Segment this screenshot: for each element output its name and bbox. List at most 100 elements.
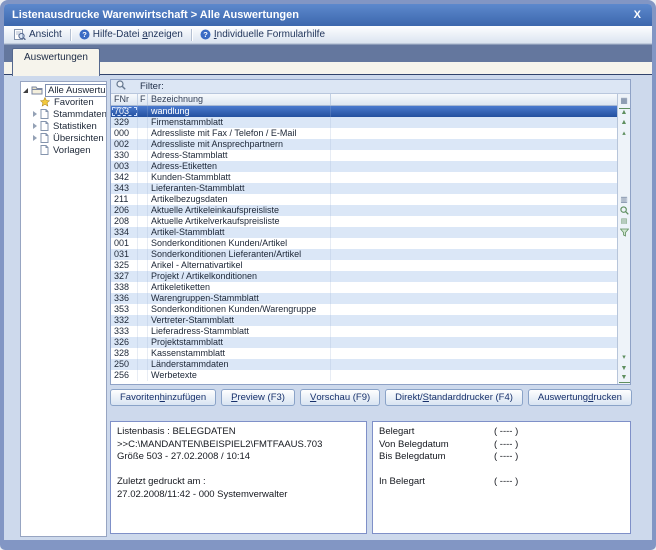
go-first-row-icon[interactable]: ▲: [619, 108, 630, 117]
formularhilfe-button[interactable]: ?Individuelle Formularhilfe: [195, 28, 330, 41]
collapsed-arrow-icon[interactable]: [33, 135, 37, 141]
table-row[interactable]: 003Adress-Etiketten: [111, 161, 617, 172]
cell-fnr: 003: [111, 161, 138, 172]
ansicht-button[interactable]: Ansicht: [9, 28, 67, 41]
page-up-icon[interactable]: ▲: [619, 117, 630, 128]
tree-item-alle-auswertungen[interactable]: Alle Auswertungen: [21, 84, 106, 96]
page-icon: [40, 133, 49, 143]
favoriten-hinzufuegen-button[interactable]: Favoriten hinzufügen: [110, 389, 216, 406]
tree-item-favoriten[interactable]: Favoriten: [21, 96, 106, 108]
cell-fnr: 250: [111, 359, 138, 370]
tree-item-stammdaten[interactable]: Stammdaten: [21, 108, 106, 120]
cell-f: [138, 337, 148, 348]
export-icon[interactable]: ▤: [619, 216, 630, 227]
field-chooser-icon[interactable]: ▦: [619, 95, 630, 106]
columns-icon[interactable]: ▥: [619, 194, 630, 205]
table-row[interactable]: 031Sonderkonditionen Lieferanten/Artikel: [111, 249, 617, 260]
cell-bezeichnung: Kunden-Stammblatt: [148, 172, 331, 183]
cell-filler: [331, 128, 617, 139]
column-header-f[interactable]: F: [138, 94, 148, 105]
table-row[interactable]: 330Adress-Stammblatt: [111, 150, 617, 161]
cell-fnr: 342: [111, 172, 138, 183]
table-row[interactable]: 332Vertreter-Stammblatt: [111, 315, 617, 326]
grid-header: FNr F Bezeichnung: [111, 94, 617, 106]
table-row[interactable]: 338Artikeletiketten: [111, 282, 617, 293]
cell-fnr: 334: [111, 227, 138, 238]
table-row[interactable]: 001Sonderkonditionen Kunden/Artikel: [111, 238, 617, 249]
cell-bezeichnung: Aktuelle Artikelverkaufspreisliste: [148, 216, 331, 227]
cell-fnr: 336: [111, 293, 138, 304]
table-row[interactable]: 256Werbetexte: [111, 370, 617, 381]
cell-bezeichnung: Sonderkonditionen Kunden/Artikel: [148, 238, 331, 249]
table-row[interactable]: 333Lieferadress-Stammblatt: [111, 326, 617, 337]
auswertung-drucken-button[interactable]: Auswertung drucken: [528, 389, 632, 406]
toolbar-separator: [191, 29, 192, 41]
table-row[interactable]: 211Artikelbezugsdaten: [111, 194, 617, 205]
tab-auswertungen[interactable]: Auswertungen: [12, 48, 100, 76]
table-row[interactable]: 343Lieferanten-Stammblatt: [111, 183, 617, 194]
filter-funnel-icon[interactable]: [619, 227, 630, 238]
table-row[interactable]: 342 Kunden-Stammblatt: [111, 172, 617, 183]
grid-side-toolbar: ▦▲▲▴▥▤▾▼▼: [617, 94, 630, 384]
table-row[interactable]: 208Aktuelle Artikelverkaufspreisliste: [111, 216, 617, 227]
cell-f: [138, 260, 148, 271]
row-down-icon[interactable]: ▾: [619, 352, 630, 363]
toolbar: Ansicht ?Hilfe-Datei anzeigen ?Individuell…: [4, 26, 652, 44]
cell-f: [138, 282, 148, 293]
cell-f: [138, 194, 148, 205]
direkt-standarddrucker-button[interactable]: Direkt/Standarddrucker (F4): [385, 389, 523, 406]
beleg-label: Von Belegdatum: [379, 439, 494, 452]
table-row[interactable]: 326Projektstammblatt: [111, 337, 617, 348]
preview-button[interactable]: Preview (F3): [221, 389, 295, 406]
cell-bezeichnung: Aktuelle Artikeleinkaufspreisliste: [148, 205, 331, 216]
tree-item-vorlagen[interactable]: Vorlagen: [21, 144, 106, 156]
table-row[interactable]: 329Firmenstammblatt: [111, 117, 617, 128]
column-header-fnr[interactable]: FNr: [111, 94, 138, 105]
cell-filler: [331, 183, 617, 194]
table-row[interactable]: 328Kassenstammblatt: [111, 348, 617, 359]
hilfe-datei-button[interactable]: ?Hilfe-Datei anzeigen: [74, 28, 188, 41]
table-row[interactable]: 325Arikel - Alternativartikel: [111, 260, 617, 271]
toolbar-separator: [70, 29, 71, 41]
collapsed-arrow-icon[interactable]: [33, 123, 37, 129]
table-row[interactable]: 250Länderstammdaten: [111, 359, 617, 370]
table-row[interactable]: 000Adressliste mit Fax / Telefon / E-Mai…: [111, 128, 617, 139]
table-row[interactable]: 334Artikel-Stammblatt: [111, 227, 617, 238]
beleg-row: In Belegart( ---- ): [379, 476, 624, 489]
column-header-bezeichnung[interactable]: Bezeichnung: [148, 94, 331, 105]
vorschau-button[interactable]: Vorschau (F9): [300, 389, 380, 406]
beleg-value: ( ---- ): [494, 451, 518, 464]
search-row-icon[interactable]: [619, 205, 630, 216]
cell-f: [138, 227, 148, 238]
cell-f: [138, 238, 148, 249]
table-row[interactable]: 353Sonderkonditionen Kunden/Warengruppe: [111, 304, 617, 315]
go-last-row-icon[interactable]: ▼: [619, 374, 630, 383]
cell-f: [138, 293, 148, 304]
action-buttons: Favoriten hinzufügen Preview (F3) Vorschau…: [110, 389, 632, 406]
listenbasis-info-panel: Listenbasis : BELEGDATEN>>C:\MANDANTEN\B…: [110, 421, 367, 534]
tree-item-statistiken[interactable]: Statistiken: [21, 120, 106, 132]
cell-f: [138, 315, 148, 326]
cell-filler: [331, 194, 617, 205]
beleg-value: ( ---- ): [494, 476, 518, 489]
beleg-label: [379, 464, 494, 477]
cell-f: [138, 205, 148, 216]
close-button[interactable]: X: [631, 9, 644, 21]
table-row[interactable]: 703wandlung: [111, 106, 617, 117]
table-row[interactable]: 327Projekt / Artikelkonditionen: [111, 271, 617, 282]
info-line: [117, 464, 360, 477]
table-row[interactable]: 002Adressliste mit Ansprechpartnern: [111, 139, 617, 150]
cell-f: [138, 370, 148, 381]
cell-f: [138, 348, 148, 359]
tree-item-übersichten[interactable]: Übersichten: [21, 132, 106, 144]
cell-fnr: 333: [111, 326, 138, 337]
cell-f: [138, 183, 148, 194]
cell-f: [138, 326, 148, 337]
row-up-icon[interactable]: ▴: [619, 128, 630, 139]
table-row[interactable]: 206Aktuelle Artikeleinkaufspreisliste: [111, 205, 617, 216]
table-row[interactable]: 336Warengruppen-Stammblatt: [111, 293, 617, 304]
tree-item-label: Favoriten: [52, 97, 96, 108]
collapsed-arrow-icon[interactable]: [33, 111, 37, 117]
expanded-arrow-icon[interactable]: [23, 88, 28, 93]
cell-bezeichnung: Adress-Stammblatt: [148, 150, 331, 161]
